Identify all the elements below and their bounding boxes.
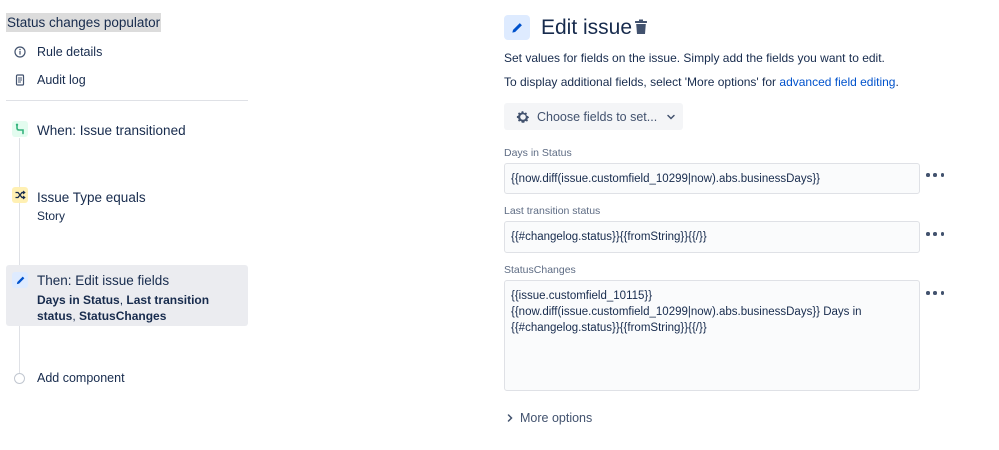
editor-title: Edit issue bbox=[541, 16, 633, 39]
last-transition-status-field[interactable]: {{#changelog.status}}{{fromString}}{{/}} bbox=[504, 221, 920, 253]
action-field: StatusChanges bbox=[79, 309, 167, 323]
status-changes-more-icon[interactable] bbox=[926, 288, 944, 298]
days-in-status-more-icon[interactable] bbox=[926, 170, 944, 180]
condition-component[interactable]: Issue Type equals Story bbox=[6, 184, 248, 226]
days-in-status-field[interactable]: {{now.diff(issue.customfield_10299|now).… bbox=[504, 163, 920, 194]
sidebar-divider bbox=[6, 100, 248, 101]
condition-title: Issue Type equals bbox=[37, 190, 146, 205]
audit-log-link[interactable]: Audit log bbox=[14, 71, 86, 89]
more-options-toggle[interactable]: More options bbox=[506, 411, 592, 425]
more-options-label: More options bbox=[520, 411, 593, 425]
add-component-circle-icon bbox=[14, 372, 25, 384]
audit-log-label: Audit log bbox=[37, 73, 86, 87]
choose-fields-button[interactable]: Choose fields to set... bbox=[504, 103, 683, 130]
action-fields-list: Days in Status, Last transition status, … bbox=[37, 293, 210, 323]
delete-trash-icon[interactable] bbox=[634, 19, 648, 35]
rule-title: Status changes populator bbox=[6, 13, 162, 32]
rule-details-label: Rule details bbox=[37, 45, 103, 59]
trigger-icon bbox=[12, 121, 28, 137]
trigger-title: When: Issue transitioned bbox=[37, 123, 186, 138]
field-label-status-changes: StatusChanges bbox=[504, 264, 576, 276]
add-component-label: Add component bbox=[37, 371, 125, 385]
action-component[interactable]: Then: Edit issue fields Days in Status, … bbox=[6, 265, 248, 326]
action-title: Then: Edit issue fields bbox=[37, 273, 170, 288]
condition-subtitle: Story bbox=[37, 209, 66, 223]
timeline-connector bbox=[19, 138, 20, 374]
edit-icon bbox=[12, 272, 28, 288]
action-field: Days in Status bbox=[37, 293, 120, 307]
trigger-component[interactable]: When: Issue transitioned bbox=[6, 118, 248, 144]
editor-description: Set values for fields on the issue. Simp… bbox=[504, 51, 885, 65]
chevron-right-icon bbox=[507, 414, 513, 422]
edit-issue-icon bbox=[504, 15, 530, 40]
gear-icon bbox=[516, 110, 530, 123]
rule-details-link[interactable]: Rule details bbox=[14, 43, 102, 61]
audit-log-icon bbox=[14, 74, 26, 86]
choose-fields-label: Choose fields to set... bbox=[537, 109, 658, 124]
chevron-down-icon bbox=[667, 114, 675, 120]
field-label-days-in-status: Days in Status bbox=[504, 147, 572, 159]
add-component-button[interactable]: Add component bbox=[14, 371, 125, 385]
field-label-last-transition-status: Last transition status bbox=[504, 205, 601, 217]
advanced-field-editing-link[interactable]: advanced field editing bbox=[779, 75, 895, 89]
editor-description-advanced: To display additional fields, select 'Mo… bbox=[504, 75, 899, 89]
condition-icon bbox=[12, 187, 28, 203]
last-transition-status-more-icon[interactable] bbox=[926, 229, 944, 239]
info-icon bbox=[14, 46, 26, 58]
status-changes-field[interactable]: {{issue.customfield_10115}} {{now.diff(i… bbox=[504, 280, 920, 391]
